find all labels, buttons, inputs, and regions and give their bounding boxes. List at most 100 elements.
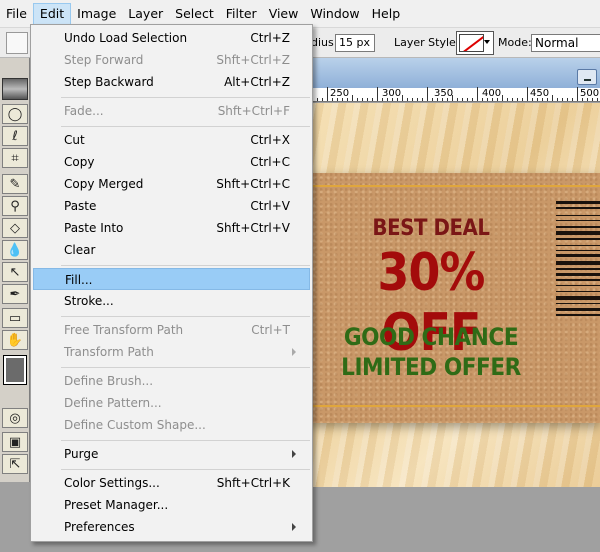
screen-mode-icon[interactable]: ▣ xyxy=(2,432,28,452)
ruler-tick xyxy=(352,95,353,101)
menu-separator xyxy=(61,440,310,441)
menu-window[interactable]: Window xyxy=(304,3,365,25)
menu-item-define-brush[interactable]: Define Brush... xyxy=(33,370,310,392)
menu-item-color-settings[interactable]: Color Settings... Shft+Ctrl+K xyxy=(33,472,310,494)
menu-item-define-pattern[interactable]: Define Pattern... xyxy=(33,392,310,414)
coupon-good-chance: GOOD CHANCE xyxy=(343,323,519,351)
coupon-top-line xyxy=(310,185,600,187)
path-select-icon[interactable]: ▭ xyxy=(2,308,28,328)
eraser-icon[interactable]: ◇ xyxy=(2,218,28,238)
quick-mask-icon[interactable]: ◎ xyxy=(2,408,28,428)
menu-item-paste-into[interactable]: Paste Into Shft+Ctrl+V xyxy=(33,217,310,239)
menu-item-transform-path[interactable]: Transform Path xyxy=(33,341,310,363)
pen-icon[interactable]: ✒ xyxy=(2,284,28,304)
menu-item-shortcut: Alt+Ctrl+Z xyxy=(224,75,290,89)
marquee-icon[interactable]: ◯ xyxy=(2,104,28,124)
menu-item-paste[interactable]: Paste Ctrl+V xyxy=(33,195,310,217)
menu-item-label: Fill... xyxy=(65,273,93,287)
barcode-bar xyxy=(556,314,600,316)
hand-icon[interactable]: ✋ xyxy=(2,330,28,350)
menu-view[interactable]: View xyxy=(263,3,305,25)
menu-item-label: Fade... xyxy=(64,104,104,118)
ruler-tick xyxy=(437,98,438,101)
menu-item-preferences[interactable]: Preferences xyxy=(33,516,310,538)
menu-item-step-forward[interactable]: Step Forward Shft+Ctrl+Z xyxy=(33,49,310,71)
ruler-tick xyxy=(397,98,398,101)
barcode-icon xyxy=(556,201,600,316)
submenu-arrow-icon xyxy=(292,348,296,356)
ruler-tick xyxy=(462,98,463,101)
toolbox-header-icon[interactable] xyxy=(2,78,28,100)
radius-input[interactable]: 15 px xyxy=(335,34,375,52)
layer-style-picker[interactable] xyxy=(456,31,494,55)
menu-item-preset-manager[interactable]: Preset Manager... xyxy=(33,494,310,516)
barcode-bar xyxy=(556,201,600,204)
menu-item-undo-load-selection[interactable]: Undo Load Selection Ctrl+Z xyxy=(33,27,310,49)
menu-item-label: Define Pattern... xyxy=(64,396,162,410)
barcode-bar xyxy=(556,303,600,304)
ruler-tick xyxy=(587,98,588,101)
mode-select[interactable]: Normal xyxy=(531,34,600,52)
ruler-tick xyxy=(582,98,583,101)
menu-item-fade[interactable]: Fade... Shft+Ctrl+F xyxy=(33,100,310,122)
ruler-tick xyxy=(537,98,538,101)
menu-item-cut[interactable]: Cut Ctrl+X xyxy=(33,129,310,151)
image-canvas[interactable]: BEST DEAL 30% OFF GOOD CHANCE LIMITED OF… xyxy=(310,103,600,487)
menu-filter[interactable]: Filter xyxy=(220,3,263,25)
menu-item-shortcut: Ctrl+T xyxy=(251,323,290,337)
ruler-tick xyxy=(467,98,468,101)
crop-icon[interactable]: ⌗ xyxy=(2,148,28,168)
stamp-icon[interactable]: ⚲ xyxy=(2,196,28,216)
ruler-tick xyxy=(567,98,568,101)
menu-item-stroke[interactable]: Stroke... xyxy=(33,290,310,312)
lasso-icon[interactable]: ℓ xyxy=(2,126,28,146)
menu-file[interactable]: File xyxy=(0,3,33,25)
menu-item-define-custom-shape[interactable]: Define Custom Shape... xyxy=(33,414,310,436)
ruler-tick xyxy=(527,87,528,101)
menu-edit[interactable]: Edit xyxy=(32,2,72,25)
tool-preset-button[interactable] xyxy=(6,32,28,54)
menu-item-fill[interactable]: Fill... xyxy=(33,268,310,290)
jump-icon[interactable]: ⇱ xyxy=(2,454,28,474)
document-titlebar[interactable] xyxy=(310,58,600,88)
ruler-tick xyxy=(362,98,363,101)
menu-item-free-transform-path[interactable]: Free Transform Path Ctrl+T xyxy=(33,319,310,341)
blur-icon[interactable]: 💧 xyxy=(2,240,28,260)
submenu-arrow-icon xyxy=(292,523,296,531)
menu-item-label: Undo Load Selection xyxy=(64,31,188,45)
edit-menu-dropdown: Undo Load Selection Ctrl+Z Step Forward Sh… xyxy=(30,24,313,542)
menu-item-label: Step Backward xyxy=(64,75,154,89)
menu-item-copy-merged[interactable]: Copy Merged Shft+Ctrl+C xyxy=(33,173,310,195)
menu-help[interactable]: Help xyxy=(366,3,407,25)
barcode-bar xyxy=(556,308,600,311)
menu-item-label: Free Transform Path xyxy=(64,323,184,337)
menu-item-step-backward[interactable]: Step Backward Alt+Ctrl+Z xyxy=(33,71,310,93)
ruler-tick xyxy=(597,98,598,101)
ruler-tick xyxy=(332,98,333,101)
menu-item-purge[interactable]: Purge xyxy=(33,443,310,465)
ruler-tick xyxy=(387,98,388,101)
menu-item-copy[interactable]: Copy Ctrl+C xyxy=(33,151,310,173)
barcode-bar xyxy=(556,250,600,251)
menu-item-label: Preset Manager... xyxy=(64,498,169,512)
menu-select[interactable]: Select xyxy=(169,3,220,25)
menu-item-clear[interactable]: Clear xyxy=(33,239,310,261)
ruler-tick xyxy=(407,98,408,101)
ruler-tick xyxy=(452,95,453,101)
menu-image[interactable]: Image xyxy=(71,3,122,25)
menu-item-shortcut: Shft+Ctrl+C xyxy=(216,177,290,191)
menu-item-shortcut: Ctrl+X xyxy=(250,133,290,147)
foreground-color-swatch[interactable] xyxy=(3,355,27,385)
ruler-tick xyxy=(357,98,358,101)
barcode-bar xyxy=(556,279,600,281)
coupon-best-deal: BEST DEAL xyxy=(372,216,490,241)
menu-item-label: Cut xyxy=(64,133,85,147)
ruler-tick xyxy=(592,98,593,101)
move-icon[interactable]: ↖ xyxy=(2,262,28,282)
menu-item-label: Paste xyxy=(64,199,97,213)
menu-layer[interactable]: Layer xyxy=(122,3,169,25)
ruler-tick xyxy=(532,98,533,101)
mode-label: Mode: xyxy=(498,36,532,49)
minimize-button[interactable] xyxy=(577,69,597,85)
brush-icon[interactable]: ✎ xyxy=(2,174,28,194)
